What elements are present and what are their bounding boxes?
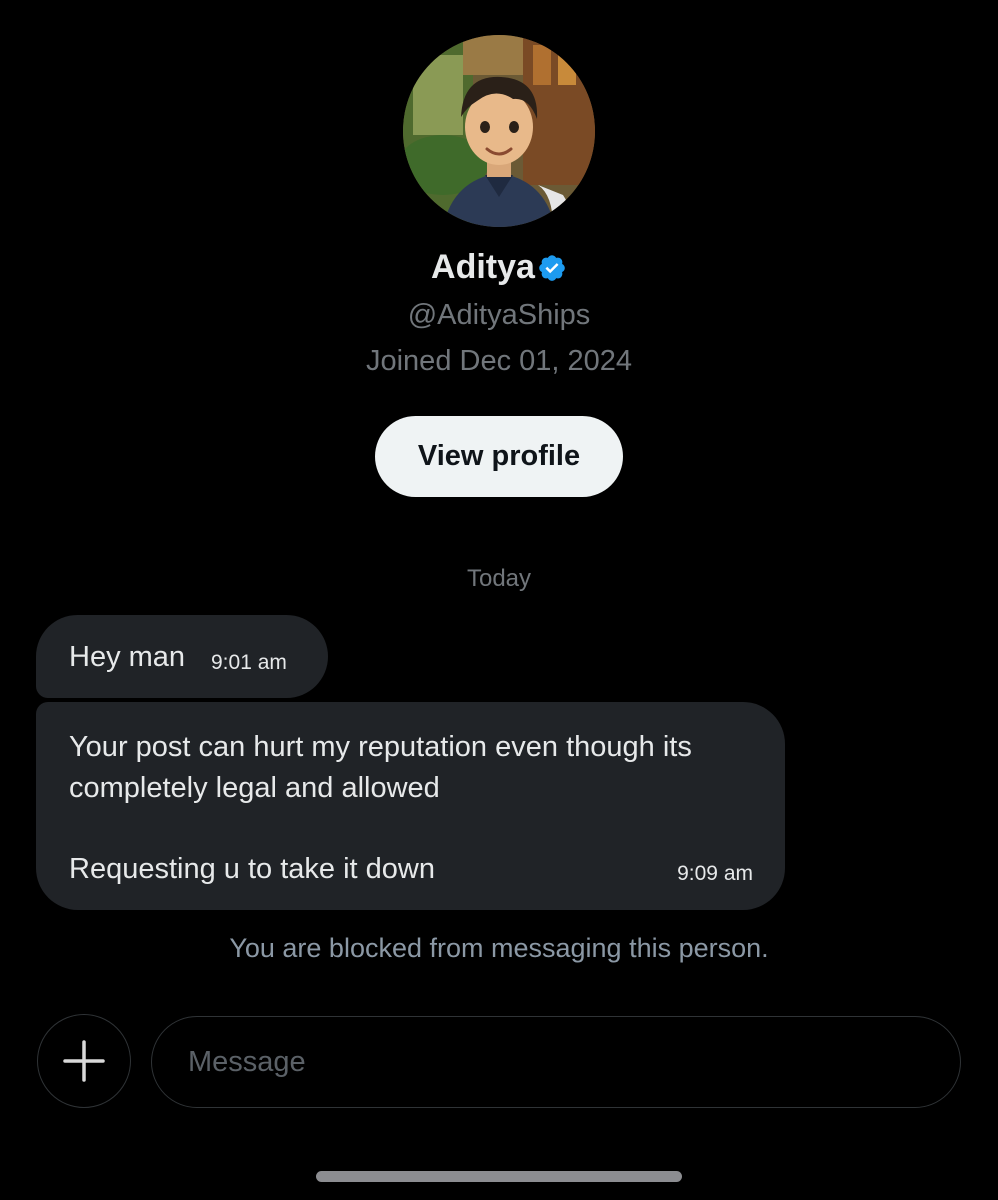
date-divider: Today	[466, 565, 532, 592]
avatar[interactable]	[403, 35, 595, 227]
profile-handle: @AdityaShips	[407, 299, 591, 331]
add-media-button[interactable]	[37, 1014, 131, 1108]
display-name: Aditya	[431, 248, 535, 286]
message-text: Requesting u to take it down	[69, 853, 435, 885]
message-timestamp: 9:09 am	[677, 862, 753, 885]
avatar-illustration	[403, 35, 595, 227]
profile-name-row: Aditya	[0, 246, 998, 288]
message-bubble[interactable]: Hey man 9:01 am	[36, 615, 328, 698]
plus-icon	[63, 1040, 105, 1082]
message-input[interactable]	[151, 1016, 961, 1108]
message-text: completely legal and allowed	[69, 772, 440, 804]
verified-badge-icon	[537, 253, 567, 283]
message-bubble[interactable]: Your post can hurt my reputation even th…	[36, 702, 785, 910]
message-timestamp: 9:01 am	[211, 651, 287, 674]
blocked-notice: You are blocked from messaging this pers…	[229, 933, 769, 963]
joined-date: Joined Dec 01, 2024	[365, 345, 633, 377]
home-indicator[interactable]	[316, 1171, 682, 1182]
message-text: Hey man	[69, 641, 186, 673]
view-profile-button[interactable]: View profile	[375, 416, 623, 497]
message-text: Your post can hurt my reputation even th…	[69, 731, 692, 763]
